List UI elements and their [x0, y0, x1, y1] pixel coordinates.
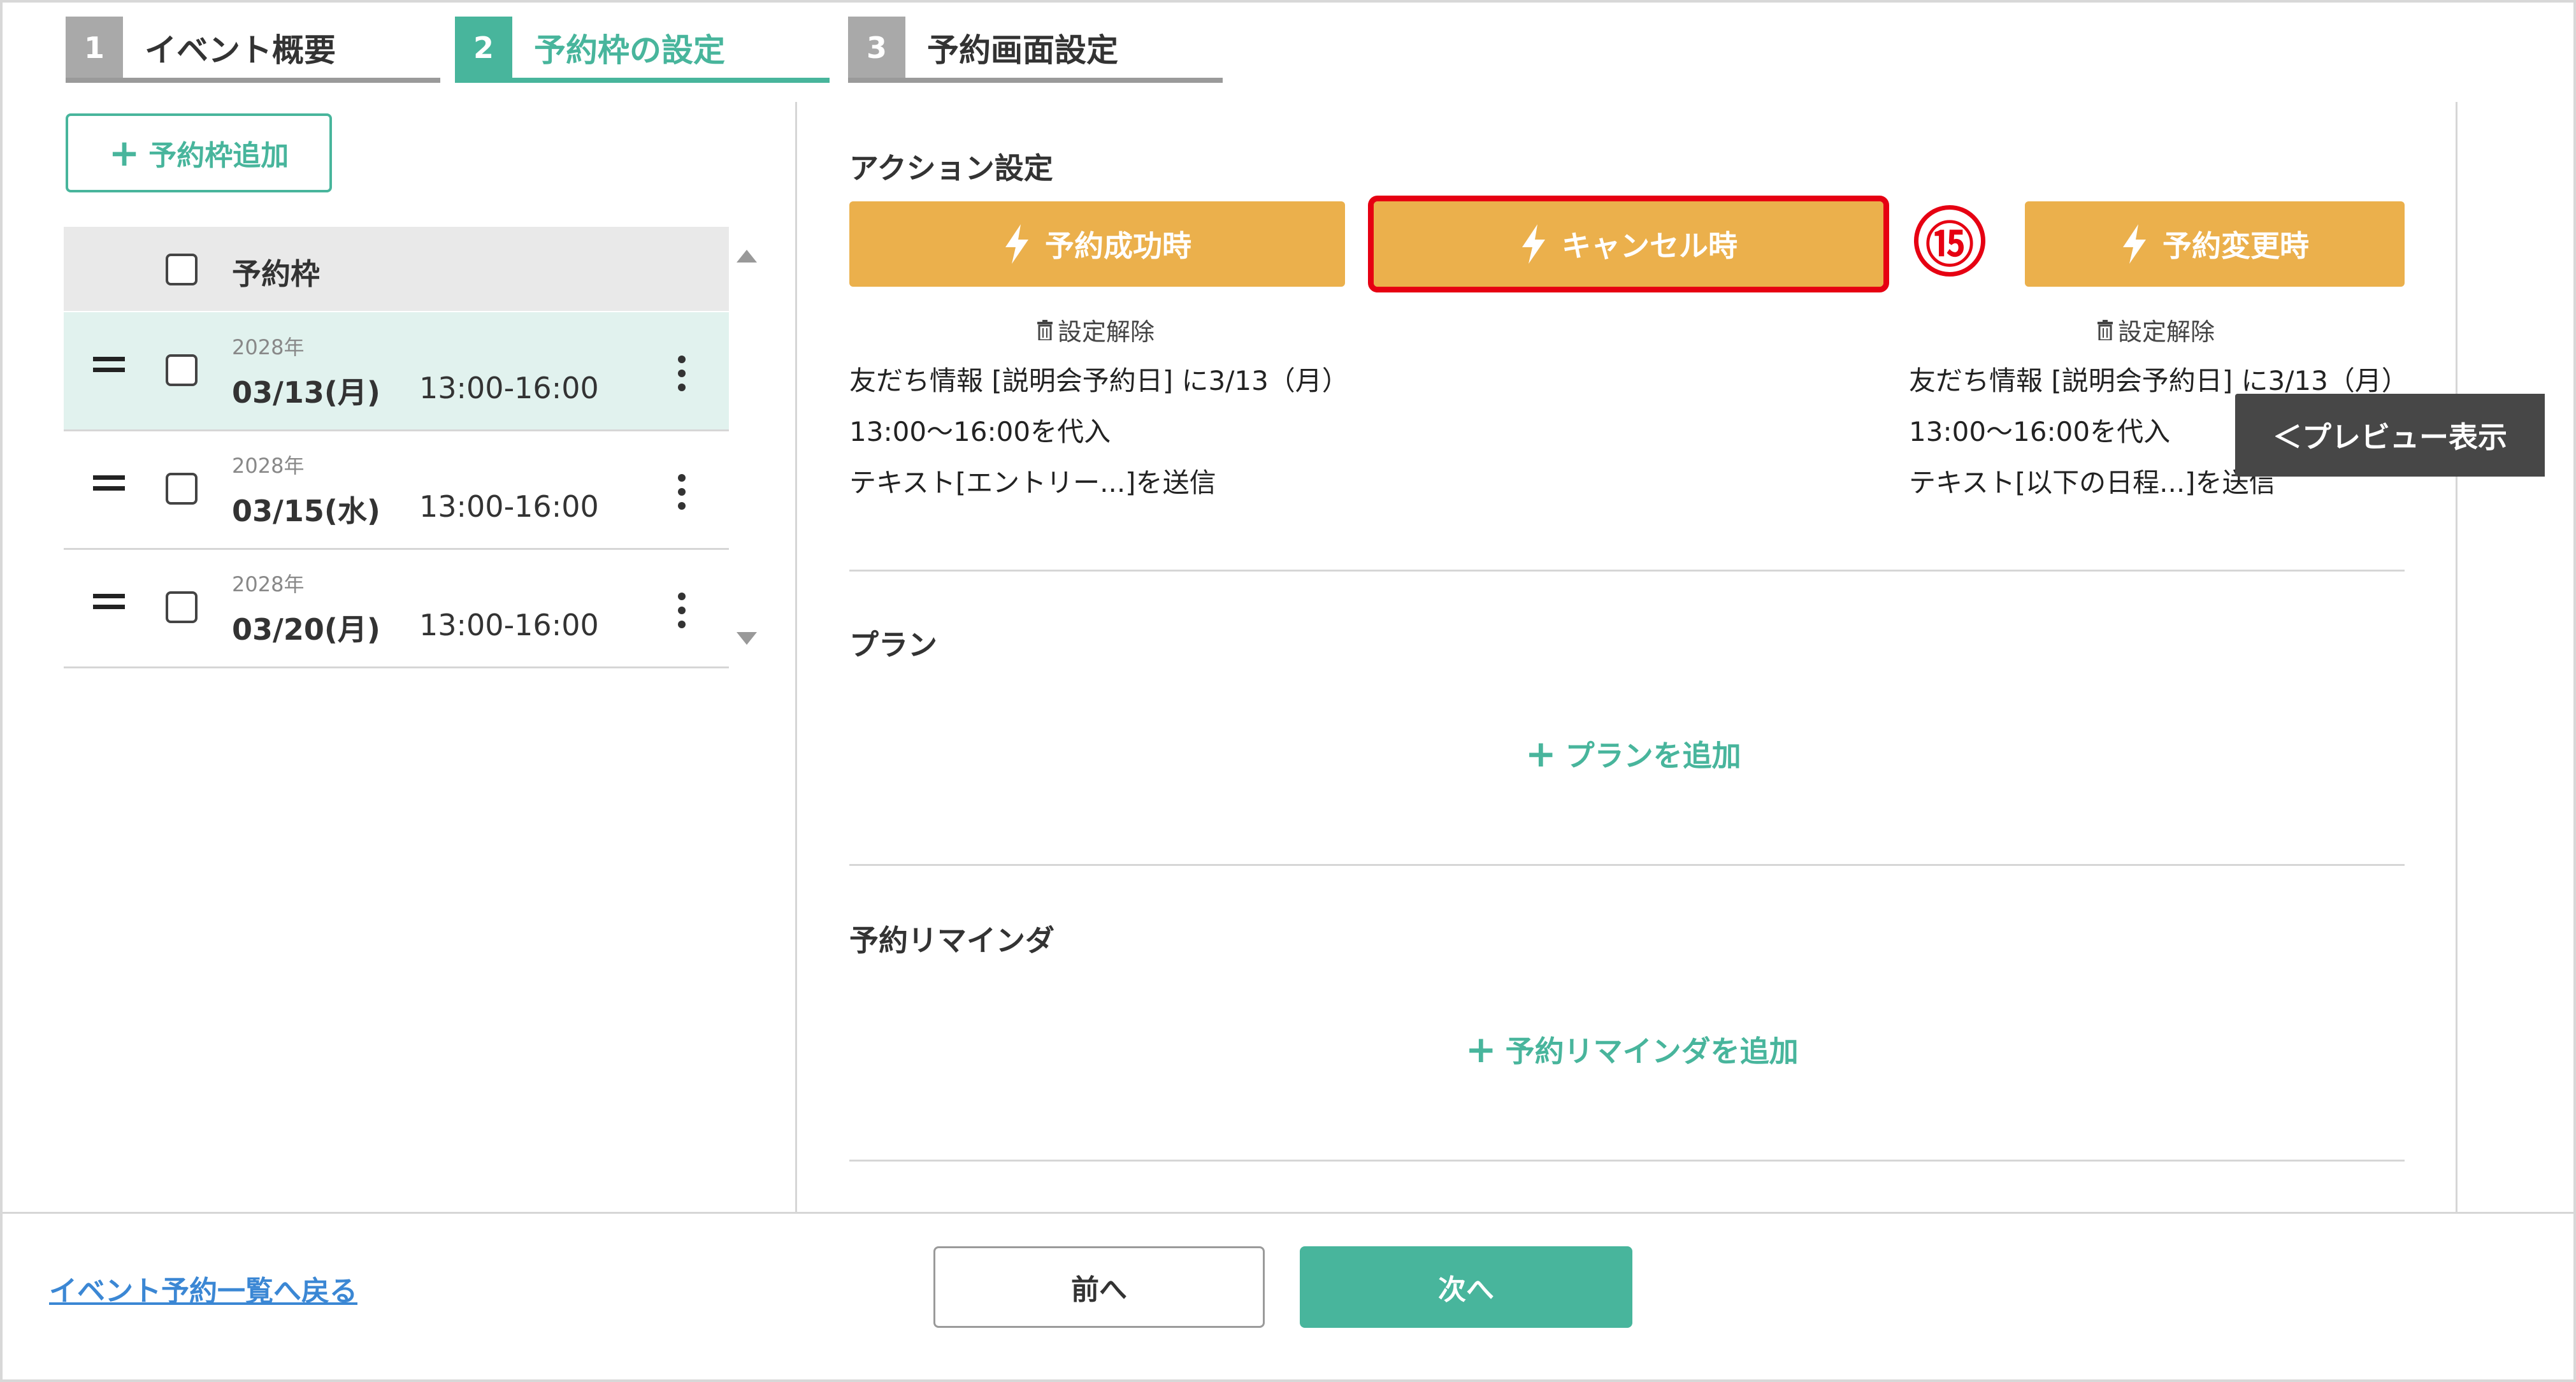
on-success-action-button[interactable]: 予約成功時 — [849, 201, 1345, 287]
slot-checkbox[interactable] — [166, 354, 198, 386]
more-options-icon[interactable] — [678, 593, 689, 635]
on-change-action-button[interactable]: 予約変更時 — [2025, 201, 2405, 287]
drag-handle-icon[interactable] — [93, 594, 125, 615]
step-label: 予約画面設定 — [927, 32, 1118, 69]
step-slot-settings[interactable]: 2 予約枠の設定 — [455, 17, 830, 83]
scroll-down-arrow-icon[interactable] — [737, 632, 757, 645]
success-action-description: 友だち情報 [説明会予約日] に3/13（月） 13:00〜16:00を代入 テ… — [849, 356, 1349, 508]
lightning-icon — [1005, 224, 1028, 264]
unset-label: 設定解除 — [1058, 318, 1155, 346]
step-underline — [66, 78, 440, 83]
description-line: 13:00〜16:00を代入 — [849, 416, 1111, 447]
slot-date: 03/15(水) — [232, 494, 380, 528]
section-divider — [849, 570, 2405, 572]
add-plan-label: プランを追加 — [1565, 738, 1741, 773]
slot-time: 13:00-16:00 — [419, 489, 599, 524]
add-slot-button[interactable]: + 予約枠追加 — [66, 113, 332, 192]
slot-time: 13:00-16:00 — [419, 371, 599, 405]
step-underline — [455, 78, 830, 83]
back-to-list-link[interactable]: イベント予約一覧へ戻る — [49, 1268, 357, 1309]
next-button[interactable]: 次へ — [1300, 1246, 1632, 1328]
reminder-title: 予約リマインダ — [849, 923, 1054, 958]
section-divider — [849, 864, 2405, 866]
slot-row[interactable]: 2028年 03/15(水) 13:00-16:00 — [64, 431, 729, 550]
section-divider — [849, 1160, 2405, 1162]
on-success-label: 予約成功時 — [1045, 229, 1191, 263]
preview-toggle-button[interactable]: ＜プレビュー表示 — [2235, 394, 2545, 477]
step-label: イベント概要 — [145, 32, 336, 69]
select-all-checkbox[interactable] — [166, 254, 198, 285]
step-event-overview[interactable]: 1 イベント概要 — [66, 17, 440, 83]
description-line: 友だち情報 [説明会予約日] に3/13（月） — [849, 365, 1349, 396]
on-cancel-label: キャンセル時 — [1562, 229, 1738, 263]
unset-success-button[interactable]: 設定解除 — [1037, 312, 1155, 347]
more-options-icon[interactable] — [678, 474, 689, 516]
slot-date: 03/13(月) — [232, 375, 380, 410]
step-underline — [848, 78, 1223, 83]
slot-time: 13:00-16:00 — [419, 608, 599, 642]
plus-icon: + — [1465, 1028, 1497, 1071]
lightning-icon — [2123, 224, 2146, 264]
unset-label: 設定解除 — [2118, 318, 2215, 346]
slot-row[interactable]: 2028年 03/13(月) 13:00-16:00 — [64, 312, 729, 431]
description-line: テキスト[エントリー...]を送信 — [849, 467, 1216, 498]
slot-row[interactable]: 2028年 03/20(月) 13:00-16:00 — [64, 549, 729, 668]
slot-date: 03/20(月) — [232, 612, 380, 647]
step-number: 3 — [848, 17, 905, 79]
add-reminder-label: 予約リマインダを追加 — [1505, 1034, 1799, 1069]
lightning-icon — [1522, 224, 1545, 264]
add-reminder-link[interactable]: + 予約リマインダを追加 — [1465, 1028, 1799, 1070]
panel-divider — [795, 102, 797, 1212]
step-reservation-screen[interactable]: 3 予約画面設定 — [848, 17, 1223, 83]
step-number: 2 — [455, 17, 512, 79]
slot-checkbox[interactable] — [166, 473, 198, 505]
add-slot-label: 予約枠追加 — [148, 140, 289, 172]
slot-year: 2028年 — [232, 454, 305, 478]
drag-handle-icon[interactable] — [93, 357, 125, 378]
more-options-icon[interactable] — [678, 356, 689, 398]
step-label: 予約枠の設定 — [534, 32, 725, 69]
annotation-number: ⑮ — [1925, 217, 1974, 273]
add-plan-link[interactable]: + プランを追加 — [1525, 733, 1741, 775]
footer-divider — [3, 1212, 2573, 1214]
plus-icon: + — [108, 131, 140, 175]
slot-column-label: 予約枠 — [232, 257, 320, 291]
panel-divider-right — [2456, 102, 2457, 1212]
scroll-up-arrow-icon[interactable] — [737, 250, 757, 263]
trash-icon — [2097, 319, 2113, 340]
plus-icon: + — [1525, 732, 1557, 775]
prev-button[interactable]: 前へ — [933, 1246, 1265, 1328]
drag-handle-icon[interactable] — [93, 475, 125, 497]
action-settings-title: アクション設定 — [849, 151, 1053, 185]
annotation-marker: ⑮ — [1914, 205, 1985, 277]
step-number: 1 — [66, 17, 123, 79]
on-change-label: 予約変更時 — [2162, 229, 2309, 263]
slot-year: 2028年 — [232, 572, 305, 596]
trash-icon — [1037, 319, 1053, 340]
on-cancel-action-button[interactable]: キャンセル時 — [1368, 196, 1889, 292]
slot-year: 2028年 — [232, 335, 305, 359]
slot-list-header: 予約枠 — [64, 227, 729, 311]
plan-title: プラン — [849, 628, 937, 662]
unset-change-button[interactable]: 設定解除 — [2097, 312, 2215, 347]
slot-checkbox[interactable] — [166, 591, 198, 623]
